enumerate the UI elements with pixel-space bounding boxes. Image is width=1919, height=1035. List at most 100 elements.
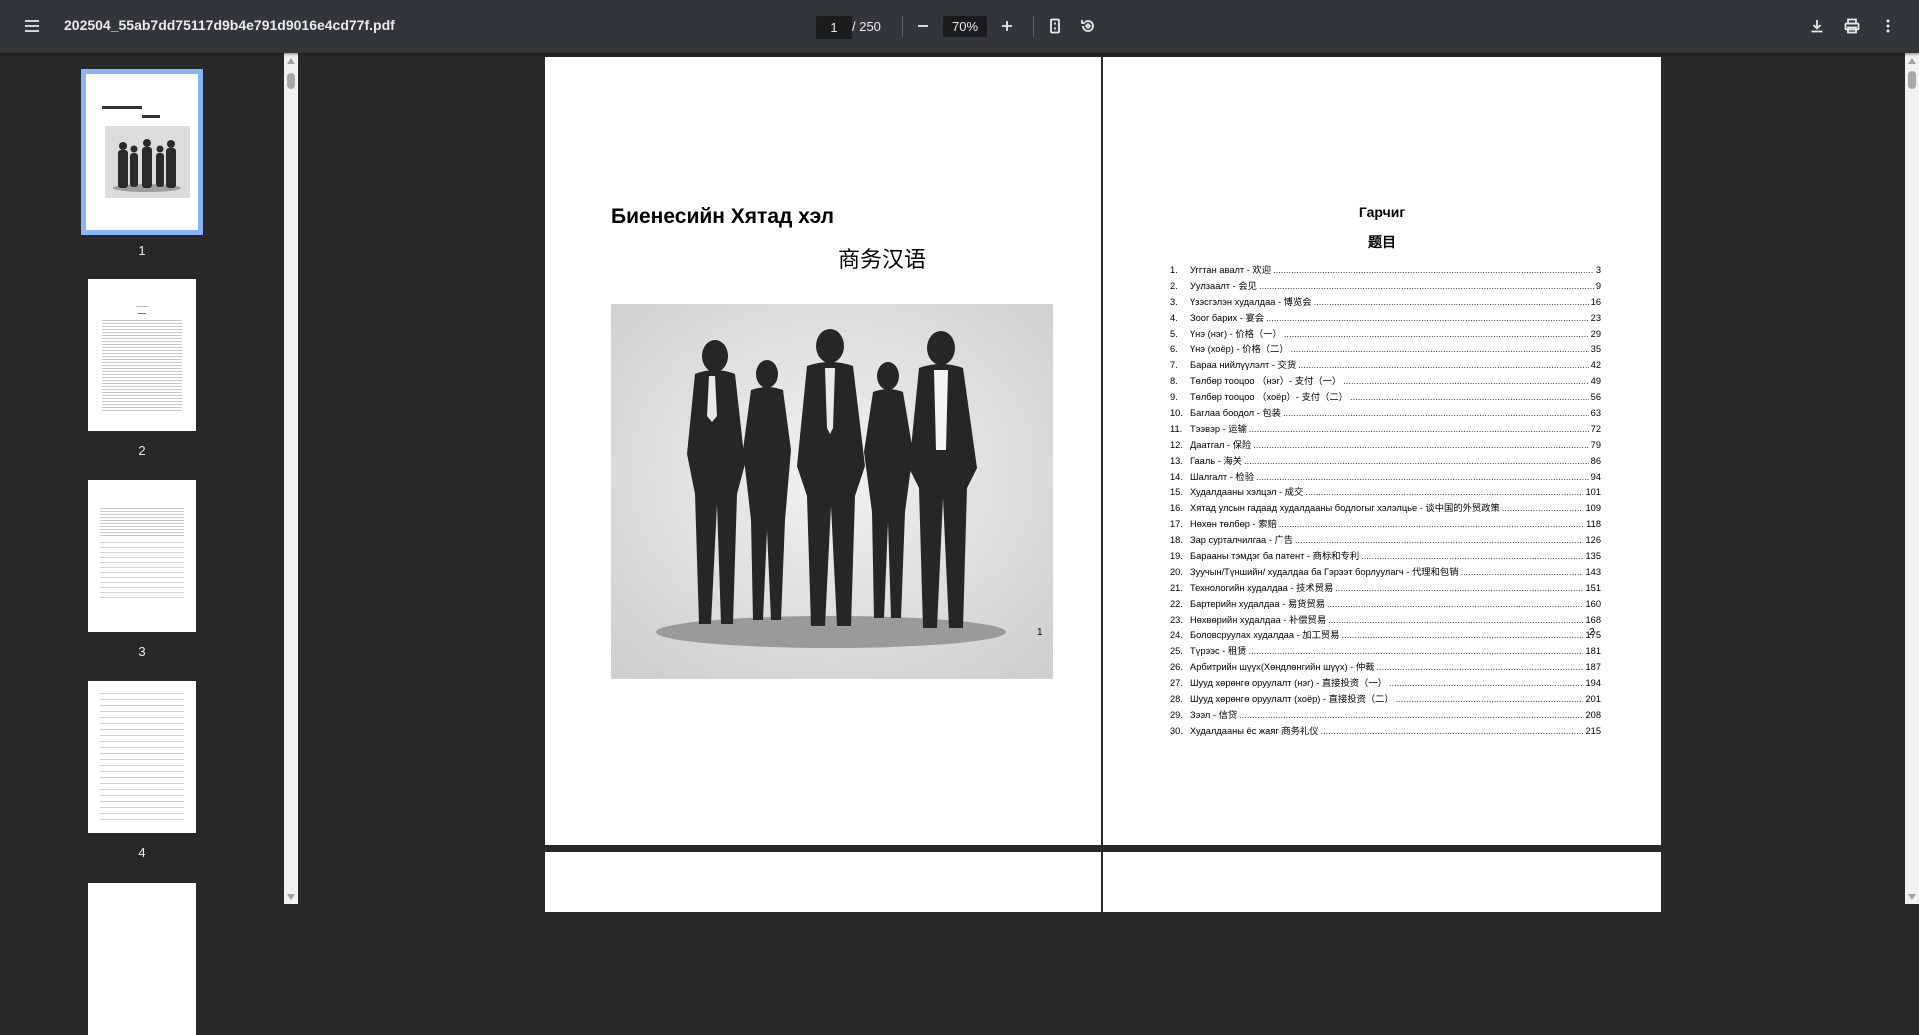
toc-entry-title: Бартерийн худалдаа - 易货贸易 [1190, 598, 1326, 609]
toc-entry[interactable]: 16. Хятад улсын гадаад худалдааны бодлогы… [1170, 500, 1601, 516]
toc-entry[interactable]: 7. Бараа нийлүүлэлт - 交货 42 [1170, 357, 1601, 373]
toc-entry[interactable]: 28. Шууд хөрөнгө оруулалт (хоёр) - 直接投资（二… [1170, 691, 1601, 707]
toc-entry[interactable]: 22. Бартерийн худалдаа - 易货贸易 160 [1170, 596, 1601, 612]
toc-entry-number: 26. [1170, 662, 1183, 673]
toc-entry-page: 194 [1585, 678, 1601, 689]
toc-entry-page: 72 [1590, 423, 1601, 434]
page-thumbnail-4[interactable] [88, 681, 196, 833]
toc-entry-number: 25. [1170, 646, 1183, 657]
page-number-input[interactable] [816, 16, 852, 39]
toc-entry[interactable]: 4. Зоог барих - 宴会 23 [1170, 310, 1601, 326]
pdf-page-1: Биенесийн Хятад хэл 商务汉语 1 [545, 57, 1101, 845]
toc-entry[interactable]: 18. Зар сурталчилгаа - 广告 126 [1170, 532, 1601, 548]
toc-dot-leader [1283, 408, 1589, 418]
toc-entry[interactable]: 8. Төлбөр тооцоо （нэг）- 支付（一） 49 [1170, 373, 1601, 389]
toc-dot-leader [1253, 440, 1588, 450]
toc-entry[interactable]: 20. Зуучын/Түншийн/ худалдаа ба Гэрээт бо… [1170, 564, 1601, 580]
toc-entry[interactable]: 29. Зээл - 信贷 208 [1170, 707, 1601, 723]
page-thumbnail-5[interactable] [88, 883, 196, 1035]
sidebar-scrollbar[interactable] [284, 53, 298, 904]
toc-entry-title: Барааны тэмдэг ба патент - 商标和专利 [1190, 551, 1360, 562]
toc-dot-leader [1273, 265, 1594, 275]
toc-entry[interactable]: 6. Үнэ (хоёр) - 价格（二） 35 [1170, 341, 1601, 357]
toc-entry-title: Нөхвөрийн худалдаа - 补偿贸易 [1190, 614, 1327, 625]
toc-entry-title: Гааль - 海关 [1190, 455, 1242, 466]
toc-entry[interactable]: 30. Худалдааны ёс жаяг 商务礼仪 215 [1170, 723, 1601, 739]
scroll-down-arrow-icon[interactable] [287, 894, 295, 900]
toc-entry-title: Худалдааны хэлцэл - 成交 [1190, 487, 1304, 498]
toc-entry-number: 11. [1170, 423, 1183, 434]
toc-entry-title: Бараа нийлүүлэлт - 交货 [1190, 360, 1297, 371]
toc-entry-number: 19. [1170, 551, 1183, 562]
thumbnail-page-number: 2 [138, 443, 146, 458]
page-thumbnail-3[interactable] [88, 480, 196, 632]
toc-entry-page: 9 [1595, 280, 1601, 291]
toc-dot-leader [1314, 297, 1589, 307]
toc-dot-leader [1502, 503, 1584, 513]
toc-entry[interactable]: 24.Боловсруулах худалдаа - 加工贸易175 [1170, 627, 1601, 643]
toc-entry-title: Тээвэр - 运输 [1190, 423, 1247, 434]
toc-dot-leader [1327, 599, 1583, 609]
toc-entry[interactable]: 5. Үнэ (нэг) - 价格（一） 29 [1170, 326, 1601, 342]
print-icon[interactable] [1836, 10, 1868, 42]
toc-entry[interactable]: 9. Төлбөр тооцоо （хоёр）- 支付（二） 56 [1170, 389, 1601, 405]
toc-entry-number: 6. [1170, 344, 1178, 355]
toc-entry[interactable]: 26. Арбитрийн шүүх(Хөндлөнгийн шүүх) - 仲裁… [1170, 659, 1601, 675]
download-icon[interactable] [1801, 10, 1833, 42]
toc-entry-page: 126 [1585, 535, 1601, 546]
toc-entry[interactable]: 12. Даатгал - 保险 79 [1170, 437, 1601, 453]
page-thumbnail-1[interactable] [81, 69, 203, 235]
toc-entry[interactable]: 14. Шалгалт - 检验 94 [1170, 469, 1601, 485]
toc-entry[interactable]: 11. Тээвэр - 运输 72 [1170, 421, 1601, 437]
document-title: 202504_55ab7dd75117d9b4e791d9016e4cd77f.… [64, 17, 395, 33]
toc-entry-page: 118 [1586, 519, 1601, 530]
scroll-up-arrow-icon[interactable] [1908, 58, 1916, 64]
toc-entry[interactable]: 13. Гааль - 海关 86 [1170, 453, 1601, 469]
more-icon[interactable] [1872, 10, 1904, 42]
toc-entry[interactable]: 17. Нөхөн төлбөр - 索赔 118 [1170, 516, 1601, 532]
main-scrollbar[interactable] [1905, 53, 1919, 904]
toc-entry[interactable]: 2. Уулзаалт - 会见 9 [1170, 278, 1601, 294]
toc-entry-page: 56 [1590, 392, 1601, 403]
scrollbar-thumb[interactable] [1908, 71, 1916, 89]
scroll-up-arrow-icon[interactable] [287, 58, 295, 64]
rotate-icon[interactable] [1072, 10, 1104, 42]
toc-entry[interactable]: 21. Технологийн худалдаа - 技术贸易 151 [1170, 580, 1601, 596]
toc-entry-title: Төлбөр тооцоо （нэг）- 支付（一） [1190, 376, 1342, 387]
toc-entry[interactable]: 27. Шууд хөрөнгө оруулалт (нэг) - 直接投资（一）… [1170, 675, 1601, 691]
toc-dot-leader [1239, 710, 1583, 720]
toc-dot-leader [1291, 344, 1589, 354]
zoom-in-icon[interactable] [991, 10, 1023, 42]
menu-icon[interactable] [16, 10, 48, 42]
toc-entry-title: Технологийн худалдаа - 技术贸易 [1190, 582, 1334, 593]
toc-entry[interactable]: 10. Баглаа боодол - 包装 63 [1170, 405, 1601, 421]
toc-entry-number: 17. [1170, 519, 1183, 530]
toc-entry-number: 30. [1170, 725, 1183, 736]
thumbnail-page-number: 1 [138, 243, 146, 258]
toc-entry-title: Арбитрийн шүүх(Хөндлөнгийн шүүх) - 仲裁 [1190, 662, 1375, 673]
toc-entry[interactable]: 19. Барааны тэмдэг ба патент - 商标和专利 135 [1170, 548, 1601, 564]
scroll-down-arrow-icon[interactable] [1908, 894, 1916, 900]
toc-entry-number: 1. [1170, 265, 1178, 275]
toc-entry[interactable]: 23. Нөхвөрийн худалдаа - 补偿贸易 168 [1170, 612, 1601, 628]
toc-dot-leader [1350, 392, 1589, 402]
toc-dot-leader [1335, 583, 1583, 593]
toc-entry-page: 143 [1585, 566, 1601, 577]
toc-entry[interactable]: 1. Уггтан авалт - 欢迎 3 [1170, 262, 1601, 278]
toc-entry-title: Зуучын/Түншийн/ худалдаа ба Гэрээт борлу… [1190, 566, 1459, 577]
thumb-text-block [100, 542, 184, 602]
toc-entry-page: 187 [1585, 662, 1601, 673]
page-thumbnail-2[interactable] [88, 279, 196, 431]
fit-page-icon[interactable] [1039, 10, 1071, 42]
thumb-title-line [142, 115, 160, 118]
toc-heading-mongolian: Гарчиг [1358, 204, 1406, 220]
toc-entry-page: 94 [1590, 471, 1601, 482]
toc-entry[interactable]: 3. Үзэсгэлэн худалдаа - 博览会 16 [1170, 294, 1601, 310]
zoom-out-icon[interactable] [907, 10, 939, 42]
toc-entry-number: 9. [1170, 392, 1178, 403]
zoom-level-input[interactable]: 70% [943, 16, 987, 37]
scrollbar-thumb[interactable] [287, 73, 295, 89]
toc-entry[interactable]: 15. Худалдааны хэлцэл - 成交 101 [1170, 484, 1601, 500]
toc-entry-number: 5. [1170, 328, 1178, 339]
toc-entry[interactable]: 25. Түрээс - 租赁 181 [1170, 643, 1601, 659]
